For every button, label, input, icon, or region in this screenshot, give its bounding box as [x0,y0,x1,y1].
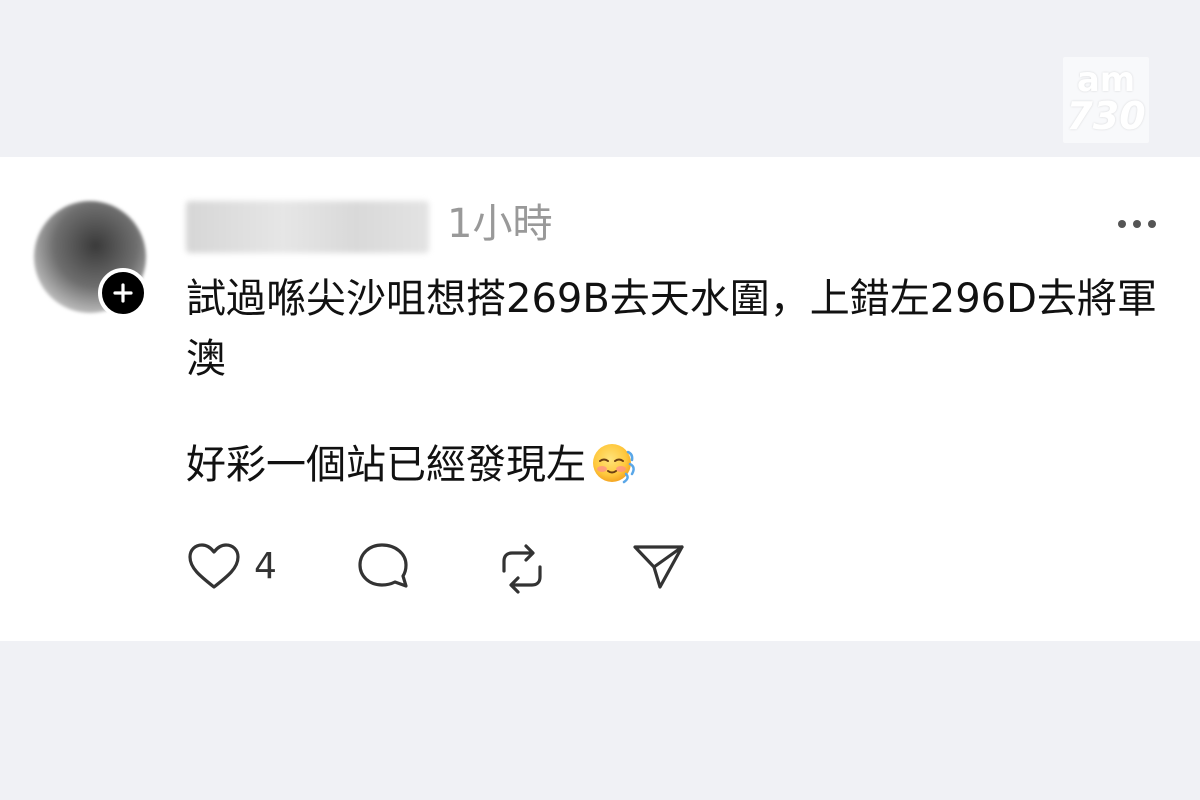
plus-icon [113,283,133,303]
post-paragraph-1: 試過喺尖沙咀想搭269B去天水圍，上錯左296D去將軍澳 [186,276,1157,382]
username-redacted[interactable] [186,201,429,253]
comment-button[interactable] [356,541,412,601]
post-paragraph-2-text: 好彩一個站已經發現左 [186,442,586,488]
like-button[interactable]: 4 [186,541,296,601]
watermark-line1: am [1076,60,1136,100]
post-timestamp: 1小時 [447,201,553,247]
bottom-background [0,641,1200,800]
repost-button[interactable] [494,541,550,601]
am730-watermark-logo: am 730 [1063,57,1149,143]
watermark-line2: 730 [1066,94,1146,138]
comment-icon [358,543,408,588]
more-dots-icon [1118,220,1156,228]
face-holding-back-tears-emoji-icon [593,444,635,484]
follow-button[interactable] [98,268,148,318]
post-card: 1小時 試過喺尖沙咀想搭269B去天水圍，上錯左296D去將軍澳 好彩一個站已經… [0,157,1200,641]
top-background [0,0,1200,157]
more-options-button[interactable] [1112,209,1162,239]
repost-icon [502,544,542,594]
heart-icon [188,543,240,589]
post-paragraph-2: 好彩一個站已經發現左 [186,435,1166,495]
like-count: 4 [254,546,277,587]
share-button[interactable] [630,541,686,601]
share-icon [633,545,684,589]
